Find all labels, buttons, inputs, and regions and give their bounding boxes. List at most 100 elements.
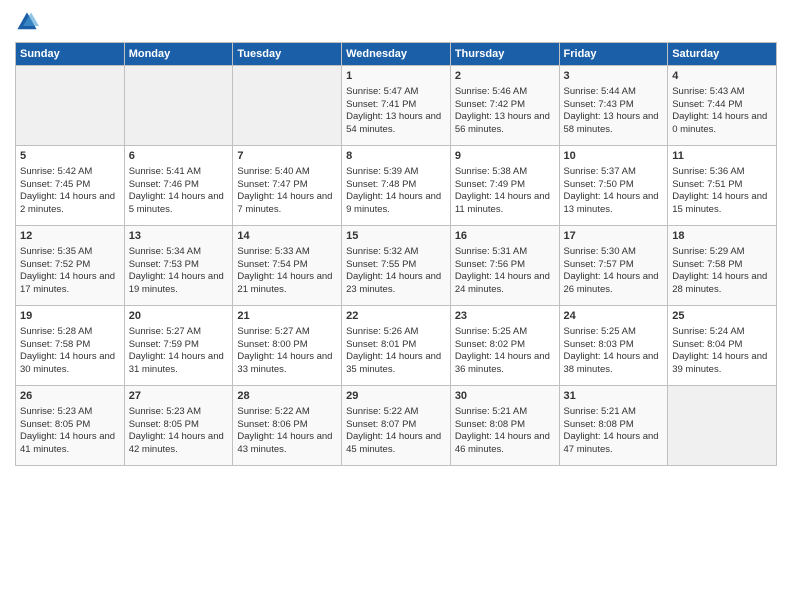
day-number: 20 <box>129 309 229 324</box>
calendar-cell: 2Sunrise: 5:46 AMSunset: 7:42 PMDaylight… <box>450 66 559 146</box>
col-header-saturday: Saturday <box>668 43 777 66</box>
calendar-cell: 8Sunrise: 5:39 AMSunset: 7:48 PMDaylight… <box>342 146 451 226</box>
day-number: 30 <box>455 389 555 404</box>
calendar-cell: 4Sunrise: 5:43 AMSunset: 7:44 PMDaylight… <box>668 66 777 146</box>
daylight-text: Daylight: 14 hours and 5 minutes. <box>129 191 224 215</box>
calendar-cell: 12Sunrise: 5:35 AMSunset: 7:52 PMDayligh… <box>16 226 125 306</box>
day-number: 15 <box>346 229 446 244</box>
sunrise-text: Sunrise: 5:24 AM <box>672 326 744 337</box>
calendar-cell: 1Sunrise: 5:47 AMSunset: 7:41 PMDaylight… <box>342 66 451 146</box>
sunrise-text: Sunrise: 5:41 AM <box>129 166 201 177</box>
sunset-text: Sunset: 8:03 PM <box>564 339 634 350</box>
calendar-cell: 30Sunrise: 5:21 AMSunset: 8:08 PMDayligh… <box>450 386 559 466</box>
daylight-text: Daylight: 14 hours and 41 minutes. <box>20 431 115 455</box>
sunrise-text: Sunrise: 5:27 AM <box>129 326 201 337</box>
logo <box>15 10 43 34</box>
col-header-friday: Friday <box>559 43 668 66</box>
calendar-week-0: 1Sunrise: 5:47 AMSunset: 7:41 PMDaylight… <box>16 66 777 146</box>
calendar-cell: 3Sunrise: 5:44 AMSunset: 7:43 PMDaylight… <box>559 66 668 146</box>
sunset-text: Sunset: 7:41 PM <box>346 99 416 110</box>
sunrise-text: Sunrise: 5:37 AM <box>564 166 636 177</box>
calendar-week-4: 26Sunrise: 5:23 AMSunset: 8:05 PMDayligh… <box>16 386 777 466</box>
col-header-sunday: Sunday <box>16 43 125 66</box>
daylight-text: Daylight: 14 hours and 23 minutes. <box>346 271 441 295</box>
daylight-text: Daylight: 14 hours and 11 minutes. <box>455 191 550 215</box>
sunrise-text: Sunrise: 5:26 AM <box>346 326 418 337</box>
sunrise-text: Sunrise: 5:21 AM <box>455 406 527 417</box>
sunset-text: Sunset: 7:57 PM <box>564 259 634 270</box>
calendar-cell: 24Sunrise: 5:25 AMSunset: 8:03 PMDayligh… <box>559 306 668 386</box>
sunrise-text: Sunrise: 5:22 AM <box>237 406 309 417</box>
sunrise-text: Sunrise: 5:23 AM <box>20 406 92 417</box>
daylight-text: Daylight: 14 hours and 38 minutes. <box>564 351 659 375</box>
col-header-tuesday: Tuesday <box>233 43 342 66</box>
sunrise-text: Sunrise: 5:21 AM <box>564 406 636 417</box>
calendar-cell: 22Sunrise: 5:26 AMSunset: 8:01 PMDayligh… <box>342 306 451 386</box>
calendar-cell: 18Sunrise: 5:29 AMSunset: 7:58 PMDayligh… <box>668 226 777 306</box>
sunrise-text: Sunrise: 5:25 AM <box>455 326 527 337</box>
sunset-text: Sunset: 7:44 PM <box>672 99 742 110</box>
day-number: 2 <box>455 69 555 84</box>
day-number: 13 <box>129 229 229 244</box>
daylight-text: Daylight: 13 hours and 54 minutes. <box>346 111 441 135</box>
day-number: 8 <box>346 149 446 164</box>
day-number: 31 <box>564 389 664 404</box>
sunset-text: Sunset: 7:53 PM <box>129 259 199 270</box>
calendar-cell: 5Sunrise: 5:42 AMSunset: 7:45 PMDaylight… <box>16 146 125 226</box>
calendar-cell: 23Sunrise: 5:25 AMSunset: 8:02 PMDayligh… <box>450 306 559 386</box>
sunrise-text: Sunrise: 5:36 AM <box>672 166 744 177</box>
calendar-cell: 13Sunrise: 5:34 AMSunset: 7:53 PMDayligh… <box>124 226 233 306</box>
daylight-text: Daylight: 14 hours and 13 minutes. <box>564 191 659 215</box>
calendar-cell: 15Sunrise: 5:32 AMSunset: 7:55 PMDayligh… <box>342 226 451 306</box>
calendar-cell: 10Sunrise: 5:37 AMSunset: 7:50 PMDayligh… <box>559 146 668 226</box>
day-number: 16 <box>455 229 555 244</box>
sunset-text: Sunset: 8:06 PM <box>237 419 307 430</box>
calendar-cell: 9Sunrise: 5:38 AMSunset: 7:49 PMDaylight… <box>450 146 559 226</box>
calendar-cell: 29Sunrise: 5:22 AMSunset: 8:07 PMDayligh… <box>342 386 451 466</box>
sunset-text: Sunset: 8:00 PM <box>237 339 307 350</box>
daylight-text: Daylight: 14 hours and 21 minutes. <box>237 271 332 295</box>
calendar-cell: 17Sunrise: 5:30 AMSunset: 7:57 PMDayligh… <box>559 226 668 306</box>
sunrise-text: Sunrise: 5:35 AM <box>20 246 92 257</box>
day-number: 29 <box>346 389 446 404</box>
sunrise-text: Sunrise: 5:46 AM <box>455 86 527 97</box>
sunset-text: Sunset: 7:58 PM <box>20 339 90 350</box>
calendar-cell: 14Sunrise: 5:33 AMSunset: 7:54 PMDayligh… <box>233 226 342 306</box>
header <box>15 10 777 34</box>
sunrise-text: Sunrise: 5:32 AM <box>346 246 418 257</box>
daylight-text: Daylight: 14 hours and 30 minutes. <box>20 351 115 375</box>
sunset-text: Sunset: 7:58 PM <box>672 259 742 270</box>
daylight-text: Daylight: 14 hours and 0 minutes. <box>672 111 767 135</box>
daylight-text: Daylight: 14 hours and 35 minutes. <box>346 351 441 375</box>
day-number: 5 <box>20 149 120 164</box>
daylight-text: Daylight: 14 hours and 47 minutes. <box>564 431 659 455</box>
sunset-text: Sunset: 8:05 PM <box>20 419 90 430</box>
day-number: 9 <box>455 149 555 164</box>
sunrise-text: Sunrise: 5:29 AM <box>672 246 744 257</box>
sunset-text: Sunset: 8:07 PM <box>346 419 416 430</box>
sunset-text: Sunset: 7:48 PM <box>346 179 416 190</box>
daylight-text: Daylight: 14 hours and 42 minutes. <box>129 431 224 455</box>
calendar-cell <box>668 386 777 466</box>
daylight-text: Daylight: 14 hours and 24 minutes. <box>455 271 550 295</box>
sunrise-text: Sunrise: 5:40 AM <box>237 166 309 177</box>
sunset-text: Sunset: 7:45 PM <box>20 179 90 190</box>
calendar-cell: 11Sunrise: 5:36 AMSunset: 7:51 PMDayligh… <box>668 146 777 226</box>
day-number: 27 <box>129 389 229 404</box>
day-number: 14 <box>237 229 337 244</box>
sunrise-text: Sunrise: 5:30 AM <box>564 246 636 257</box>
sunset-text: Sunset: 8:08 PM <box>564 419 634 430</box>
calendar-cell: 19Sunrise: 5:28 AMSunset: 7:58 PMDayligh… <box>16 306 125 386</box>
day-number: 10 <box>564 149 664 164</box>
sunrise-text: Sunrise: 5:47 AM <box>346 86 418 97</box>
sunset-text: Sunset: 7:47 PM <box>237 179 307 190</box>
daylight-text: Daylight: 14 hours and 19 minutes. <box>129 271 224 295</box>
calendar-cell: 31 Sunrise: 5:21 AM Sunset: 8:08 PMDayligh… <box>559 386 668 466</box>
daylight-text: Daylight: 13 hours and 58 minutes. <box>564 111 659 135</box>
calendar-cell: 25Sunrise: 5:24 AMSunset: 8:04 PMDayligh… <box>668 306 777 386</box>
calendar-week-3: 19Sunrise: 5:28 AMSunset: 7:58 PMDayligh… <box>16 306 777 386</box>
calendar-cell: 21Sunrise: 5:27 AMSunset: 8:00 PMDayligh… <box>233 306 342 386</box>
calendar-cell <box>124 66 233 146</box>
day-number: 24 <box>564 309 664 324</box>
sunrise-text: Sunrise: 5:39 AM <box>346 166 418 177</box>
